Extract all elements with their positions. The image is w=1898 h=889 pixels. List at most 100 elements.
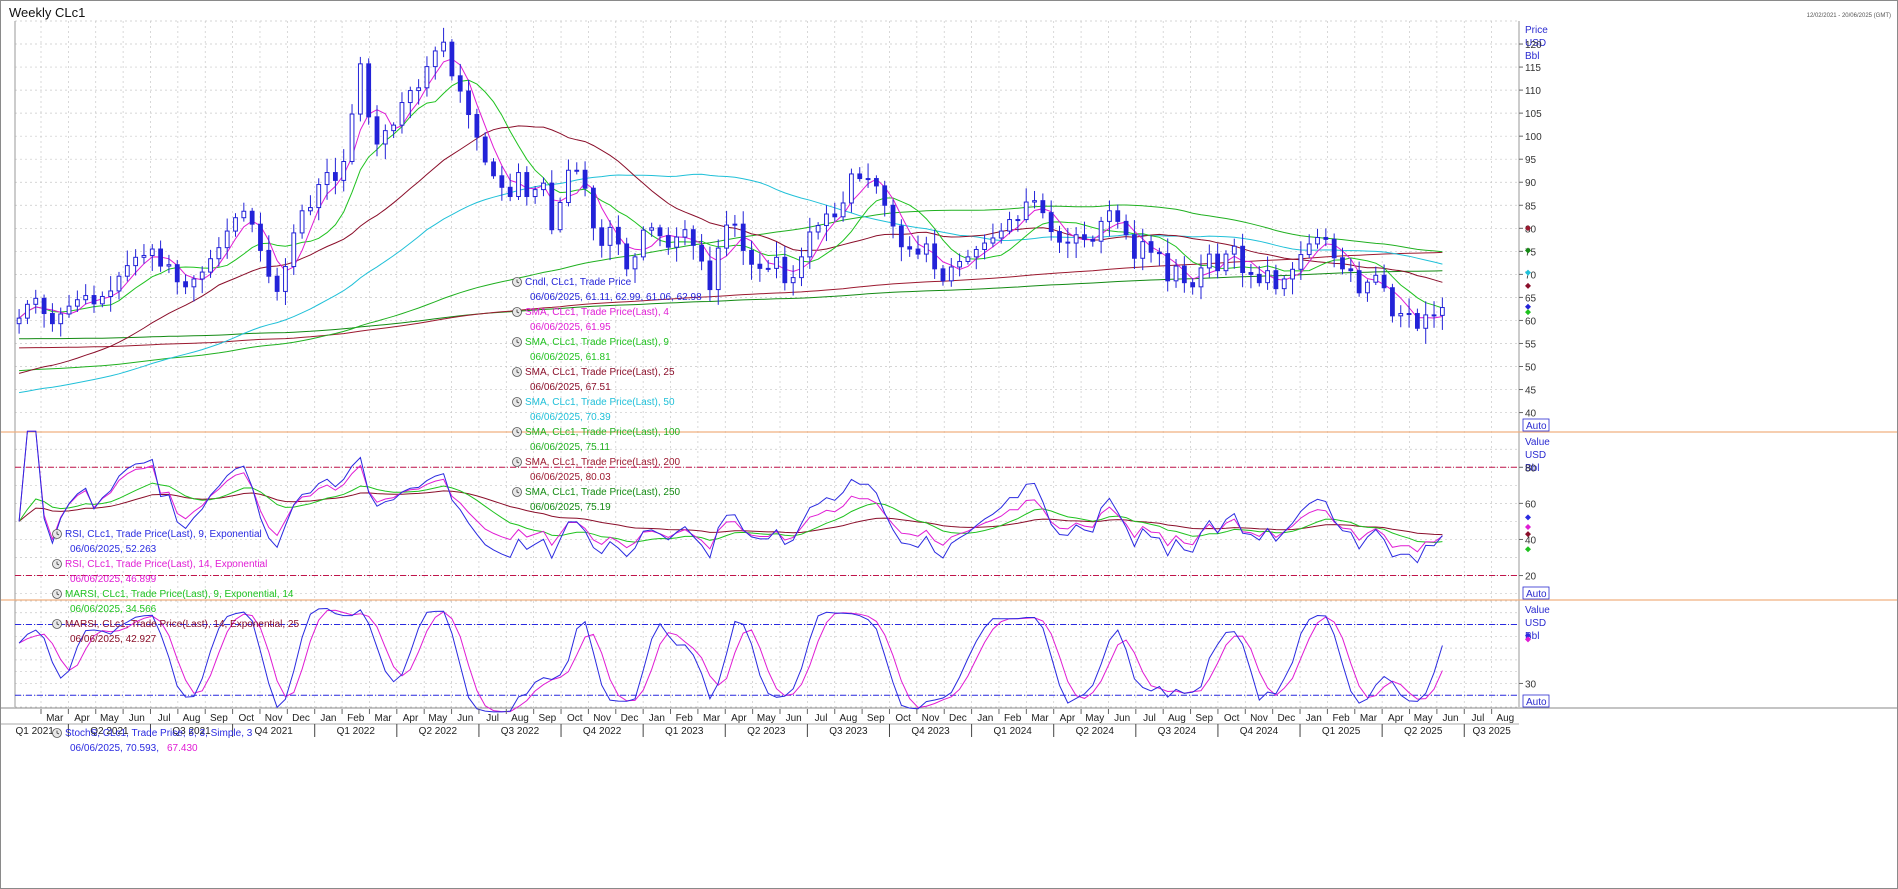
legend-value: 06/06/2025, 75.19 <box>530 502 611 513</box>
auto-scale-button[interactable]: Auto <box>1522 694 1550 708</box>
candle-body <box>940 268 946 282</box>
month-label: Dec <box>949 713 967 724</box>
candle-body <box>299 210 305 234</box>
candle-body <box>591 187 596 229</box>
candle-body <box>1023 201 1029 221</box>
candle-body <box>832 213 838 218</box>
candle-body <box>1107 210 1112 222</box>
month-label: Sep <box>867 713 885 724</box>
last-value-marker <box>1525 524 1531 531</box>
auto-label: Auto <box>1526 589 1547 600</box>
candle-body <box>1065 241 1071 244</box>
axis-unit-label: Value <box>1525 437 1550 448</box>
candle-body <box>749 249 754 265</box>
month-label: Feb <box>676 713 694 724</box>
candle-body <box>249 210 255 225</box>
candle-body <box>799 256 804 279</box>
candle-body <box>1032 200 1037 203</box>
month-label: Jan <box>320 713 336 724</box>
month-label: Mar <box>46 713 64 724</box>
quarter-label: Q1 2023 <box>665 726 704 737</box>
month-label: Feb <box>1332 713 1350 724</box>
candle-body <box>174 264 180 283</box>
month-label: Jan <box>977 713 993 724</box>
candle-body <box>640 229 646 258</box>
candle-body <box>1298 254 1304 270</box>
candle-body <box>665 235 671 248</box>
month-label: Nov <box>265 713 283 724</box>
candle-body <box>1290 268 1295 280</box>
auto-scale-button[interactable]: Auto <box>1522 418 1550 432</box>
candle-body <box>541 182 546 191</box>
candle-body <box>948 266 954 282</box>
auto-scale-button[interactable]: Auto <box>1522 586 1550 600</box>
candle-body <box>1198 267 1204 288</box>
candle-body <box>857 173 863 180</box>
legend-value: 06/06/2025, 52.263 <box>70 544 157 555</box>
legend-value: 06/06/2025, 70.593, <box>70 743 159 754</box>
month-label: Apr <box>74 713 90 724</box>
quarter-label: Q1 2024 <box>993 726 1032 737</box>
candle-body <box>1206 253 1212 269</box>
y-tick-label: 40 <box>1525 409 1537 420</box>
legend-value: 06/06/2025, 61.81 <box>530 352 611 363</box>
chart-canvas[interactable]: PriceUSDBbl40455055606570758085909510010… <box>1 1 1897 888</box>
candle-body <box>1073 234 1079 244</box>
candle-body <box>241 210 247 219</box>
candle-body <box>1390 287 1395 317</box>
month-label: Jul <box>1472 713 1485 724</box>
quarter-label: Q2 2025 <box>1404 726 1443 737</box>
candle-body <box>557 202 563 231</box>
candle-body <box>840 202 846 218</box>
legend-value: 06/06/2025, 34.566 <box>70 604 157 615</box>
candle-body <box>208 258 213 273</box>
candle-body <box>516 172 521 198</box>
quarter-label: Q1 2021 <box>15 726 54 737</box>
candle-body <box>907 246 913 250</box>
candle-body <box>374 116 380 145</box>
axis-unit-label: Value <box>1525 605 1550 616</box>
month-label: Aug <box>183 713 201 724</box>
candle-body <box>16 317 22 325</box>
candle-body <box>1090 238 1096 242</box>
clock-icon <box>512 307 522 317</box>
candle-body <box>882 185 888 206</box>
y-tick-label: 110 <box>1525 86 1541 97</box>
candle-body <box>83 295 89 301</box>
candle-body <box>690 229 696 246</box>
chart-window: Weekly CLc1 12/02/2021 - 20/06/2025 (GMT… <box>0 0 1898 889</box>
month-label: May <box>428 713 447 724</box>
month-label: Feb <box>347 713 365 724</box>
quarter-label: Q4 2023 <box>911 726 950 737</box>
candle-body <box>765 267 771 270</box>
legend-label: SMA, CLc1, Trade Price(Last), 50 <box>525 397 675 408</box>
quarter-label: Q4 2021 <box>254 726 293 737</box>
candle-body <box>416 87 422 92</box>
month-label: Apr <box>1388 713 1404 724</box>
y-tick-label: 60 <box>1525 499 1537 510</box>
candle-body <box>715 247 721 291</box>
quarter-label: Q4 2024 <box>1240 726 1279 737</box>
candle-body <box>183 281 188 288</box>
candle-body <box>1165 253 1171 282</box>
candle-body <box>258 223 263 251</box>
month-label: Nov <box>593 713 611 724</box>
y-tick-label: 80 <box>1525 463 1537 474</box>
candle-body <box>1007 219 1012 232</box>
candle-body <box>965 256 971 262</box>
legend-value: 67.430 <box>167 743 198 754</box>
candle-body <box>308 207 313 212</box>
month-label: Jun <box>457 713 473 724</box>
candle-body <box>1015 219 1021 222</box>
candle-body <box>466 90 471 116</box>
month-label: Jun <box>1443 713 1459 724</box>
candle-body <box>524 172 530 198</box>
candle-body <box>1082 234 1087 240</box>
clock-icon <box>52 619 62 629</box>
auto-label: Auto <box>1526 697 1547 708</box>
candle-body <box>91 295 97 305</box>
quarter-label: Q3 2022 <box>501 726 540 737</box>
month-label: Aug <box>1496 713 1514 724</box>
legend-value: 06/06/2025, 67.51 <box>530 382 611 393</box>
candle-body <box>998 230 1004 239</box>
